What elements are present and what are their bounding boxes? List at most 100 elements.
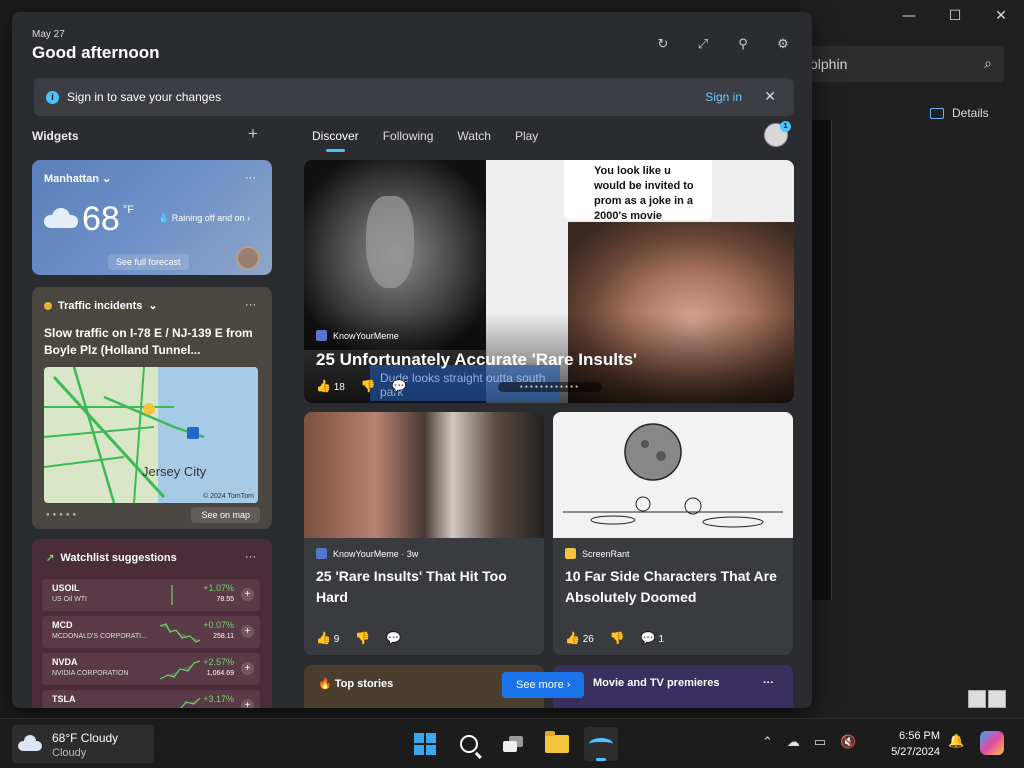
thumbs-down-icon[interactable]: 👎 — [610, 631, 625, 645]
add-stock-icon[interactable]: + — [241, 625, 254, 638]
dolphin-icon — [589, 738, 613, 750]
hero-image-bubble: You look like u would be invited to prom… — [564, 160, 712, 222]
minimize-icon[interactable]: — — [886, 8, 932, 24]
chevron-up-icon[interactable]: ⌃ — [762, 735, 773, 750]
weather-widget[interactable]: Manhattan ⌄ ··· 68 °F 💧 Raining off and … — [32, 160, 272, 275]
tab-watch[interactable]: Watch — [457, 129, 491, 143]
add-widget-icon[interactable]: + — [248, 124, 258, 144]
like-button[interactable]: 👍 9 — [316, 631, 339, 645]
more-options-icon[interactable]: ··· — [245, 172, 256, 184]
stock-row[interactable]: NVDA NVIDIA CORPORATION +2.57% 1,064.69 … — [42, 653, 260, 685]
carousel-dots[interactable]: ●●●●● — [46, 512, 79, 518]
news-card[interactable]: KnowYourMeme · 3w 25 'Rare Insults' That… — [304, 412, 544, 655]
weather-map-thumbnail[interactable] — [236, 246, 260, 270]
add-stock-icon[interactable]: + — [241, 662, 254, 675]
like-count: 26 — [582, 634, 594, 645]
news-title[interactable]: 10 Far Side Characters That Are Absolute… — [565, 566, 785, 608]
tab-discover[interactable]: Discover — [312, 129, 359, 152]
chevron-down-icon: ⌄ — [148, 300, 158, 312]
see-more-button[interactable]: See more › — [502, 672, 585, 698]
watchlist-widget[interactable]: ↗ Watchlist suggestions ··· USOIL US Oil… — [32, 539, 272, 708]
network-icon[interactable]: ▭ — [814, 735, 826, 750]
maximize-icon[interactable]: ☐ — [932, 8, 978, 24]
tab-play[interactable]: Play — [515, 129, 538, 143]
tile-view-icon[interactable] — [988, 690, 1006, 708]
traffic-widget[interactable]: Traffic incidents ⌄ ··· Slow traffic on … — [32, 287, 272, 529]
search-button[interactable] — [452, 727, 486, 761]
search-icon[interactable]: ⌕ — [984, 56, 992, 72]
list-view-icon[interactable] — [968, 690, 986, 708]
hero-title[interactable]: 25 Unfortunately Accurate 'Rare Insults' — [316, 350, 637, 370]
traffic-headline[interactable]: Slow traffic on I-78 E / NJ-139 E from B… — [44, 325, 264, 359]
details-button[interactable]: Details — [930, 106, 989, 120]
more-options-icon[interactable]: ··· — [763, 677, 774, 689]
thumbs-down-icon[interactable]: 👎 — [355, 631, 370, 645]
comment-icon[interactable]: 💬 — [392, 379, 407, 393]
volume-muted-icon[interactable]: 🔇 — [840, 735, 856, 750]
add-stock-icon[interactable]: + — [241, 699, 254, 708]
stock-symbol: MCD — [52, 620, 73, 630]
notification-bell-icon[interactable]: 🔔 — [948, 734, 964, 749]
news-card[interactable]: ScreenRant 10 Far Side Characters That A… — [553, 412, 793, 655]
start-button[interactable] — [408, 727, 442, 761]
see-on-map-button[interactable]: See on map — [191, 507, 260, 523]
navigation-pane — [810, 120, 832, 600]
add-stock-icon[interactable]: + — [241, 588, 254, 601]
file-explorer-button[interactable] — [540, 727, 574, 761]
taskbar-weather-button[interactable]: 68°F Cloudy Cloudy — [12, 725, 154, 763]
stock-price: 1,064.69 — [206, 670, 234, 677]
like-count: 18 — [333, 382, 345, 393]
comment-icon[interactable]: 💬 — [386, 631, 401, 645]
stock-price: 258.11 — [213, 633, 234, 640]
weather-condition-text: Raining off and on — [171, 213, 245, 223]
signin-banner: i Sign in to save your changes Sign in ✕ — [34, 78, 794, 116]
tab-following[interactable]: Following — [383, 129, 434, 143]
stock-row[interactable]: TSLA +3.17% + — [42, 690, 260, 708]
movie-tv-card[interactable]: Movie and TV premieres ··· — [553, 665, 793, 708]
more-options-icon[interactable]: ··· — [245, 551, 256, 563]
stock-change: +1.07% — [203, 583, 234, 593]
profile-avatar[interactable]: 1 — [764, 121, 791, 147]
stock-row[interactable]: MCD MCDONALD'S CORPORATI... +0.07% 258.1… — [42, 616, 260, 648]
comment-button[interactable]: 💬 1 — [641, 631, 664, 645]
hero-news-card[interactable]: You look like u would be invited to prom… — [304, 160, 794, 403]
carousel-dots[interactable]: ●●●●●●●●●●●● — [498, 382, 602, 392]
refresh-icon[interactable]: ↻ — [656, 38, 670, 52]
news-source[interactable]: ScreenRant — [565, 548, 630, 559]
trend-up-icon: ↗ — [46, 552, 55, 564]
cloud-sync-icon[interactable]: ☁ — [787, 735, 800, 750]
traffic-header[interactable]: Traffic incidents ⌄ — [44, 299, 158, 312]
cloud-icon — [18, 735, 42, 751]
news-source[interactable]: KnowYourMeme · 3w — [316, 548, 418, 559]
clock-date: 5/27/2024 — [891, 746, 940, 758]
window-titlebar: — ☐ ✕ — [800, 0, 1024, 32]
signin-link[interactable]: Sign in — [705, 90, 742, 104]
task-view-button[interactable] — [496, 727, 530, 761]
news-title[interactable]: 25 'Rare Insults' That Hit Too Hard — [316, 566, 536, 608]
stock-name: MCDONALD'S CORPORATI... — [52, 633, 147, 640]
hero-source[interactable]: KnowYourMeme — [316, 330, 399, 341]
thumbs-down-icon[interactable]: 👎 — [361, 379, 376, 393]
dolphin-app-button[interactable] — [584, 727, 618, 761]
board-header-icons: ↻ ⤢ ⚲ ⚙ — [656, 38, 790, 52]
traffic-title: Traffic incidents — [58, 299, 143, 312]
stock-row[interactable]: USOIL US Oil WTI +1.07% 78.55 + — [42, 579, 260, 611]
stock-change: +0.07% — [203, 620, 234, 630]
like-button[interactable]: 👍 18 — [316, 379, 345, 393]
expand-icon[interactable]: ⤢ — [696, 38, 710, 52]
see-more-label: See more — [516, 679, 564, 691]
like-button[interactable]: 👍 26 — [565, 631, 594, 645]
feed-tabs: Discover Following Watch Play — [312, 129, 538, 152]
settings-gear-icon[interactable]: ⚙ — [776, 38, 790, 52]
full-forecast-button[interactable]: See full forecast — [108, 254, 189, 270]
map-city-label: Jersey City — [142, 464, 207, 479]
close-icon[interactable]: ✕ — [978, 8, 1024, 24]
close-banner-icon[interactable]: ✕ — [764, 89, 776, 105]
more-options-icon[interactable]: ··· — [245, 299, 256, 311]
copilot-icon[interactable] — [980, 731, 1004, 755]
pin-icon[interactable]: ⚲ — [736, 38, 750, 52]
search-input[interactable]: olphin ⌕ — [800, 46, 1004, 82]
traffic-map[interactable]: Jersey City © 2024 TomTom — [44, 367, 258, 503]
taskbar-clock[interactable]: 6:56 PM 5/27/2024 — [876, 728, 940, 760]
weather-city[interactable]: Manhattan ⌄ — [44, 172, 111, 185]
